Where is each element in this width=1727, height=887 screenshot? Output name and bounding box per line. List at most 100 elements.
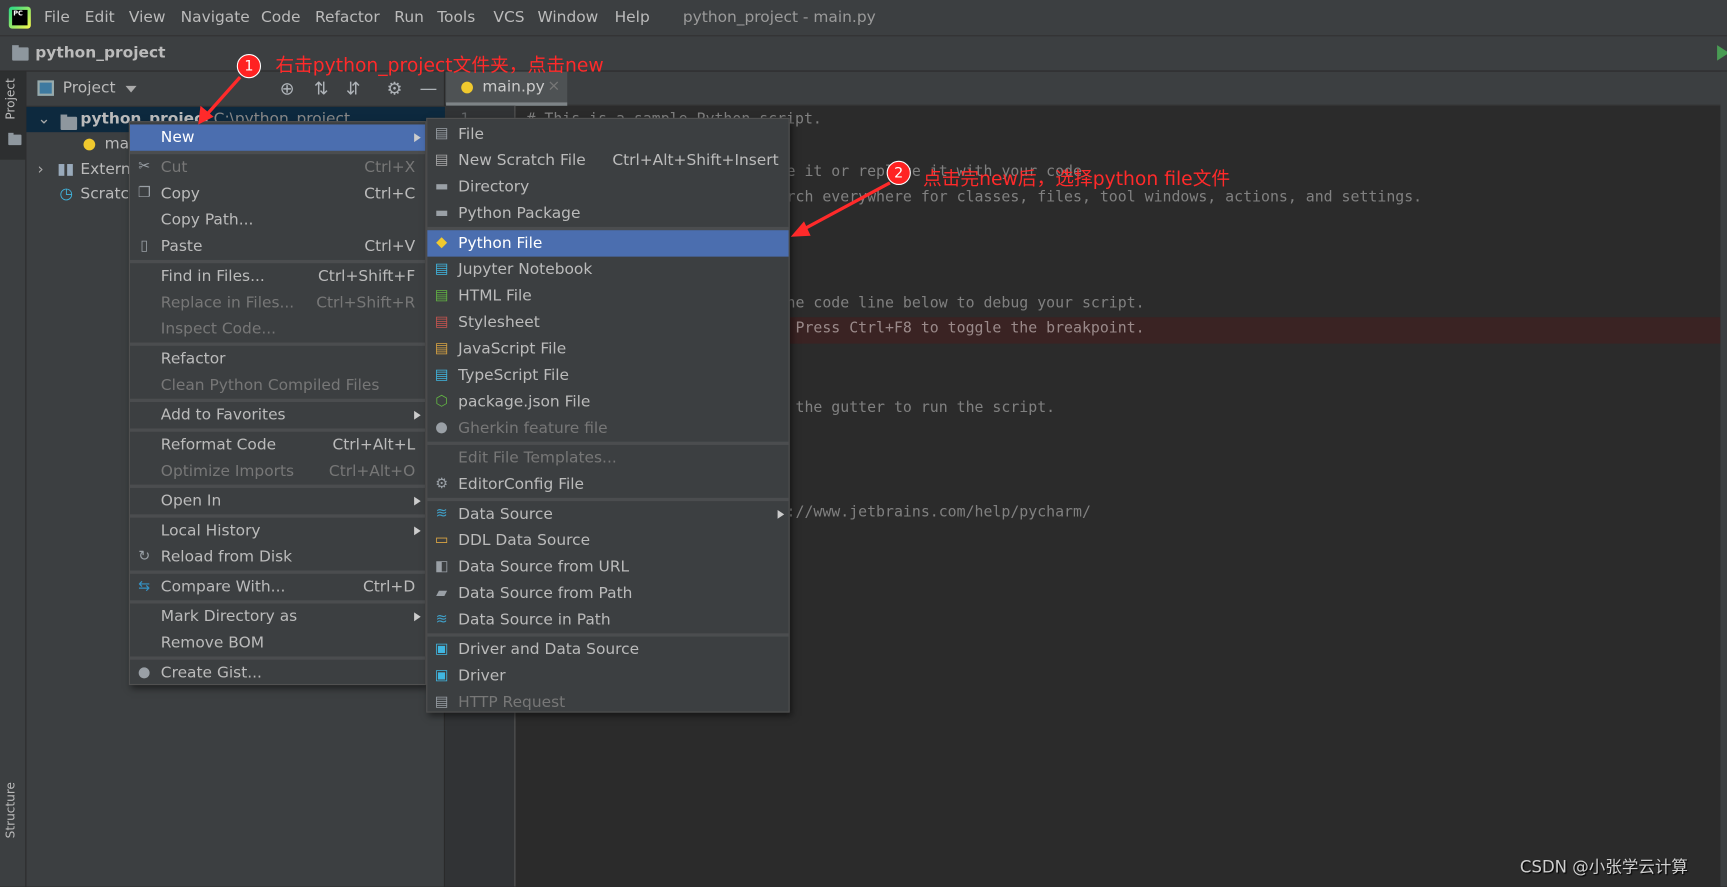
scissors-icon: ✂ (138, 158, 151, 176)
menu-item-typescript-file[interactable]: ▤ TypeScript File (427, 362, 788, 388)
submenu-arrow-icon (414, 526, 421, 536)
menu-tools[interactable]: Tools (437, 9, 475, 27)
pycharm-logo-icon: PC (8, 6, 31, 29)
menu-item-data-source-from-url[interactable]: ◧ Data Source from URL (427, 554, 788, 580)
run-icon[interactable] (1717, 45, 1727, 61)
menu-item-shortcut: Ctrl+X (364, 158, 416, 177)
context-menu: New ✂ Cut Ctrl+X ❐ Copy Ctrl+C Copy Path... ▯ Pas… (128, 121, 427, 686)
menu-item-data-source-in-path[interactable]: ≋ Data Source in Path (427, 607, 788, 633)
menu-item-label: Driver and Data Source (458, 641, 640, 659)
menu-item-clean-python-compiled-files[interactable]: Clean Python Compiled Files (130, 372, 425, 398)
menu-item-python-file[interactable]: ◆ Python File (427, 230, 789, 257)
menu-item-remove-bom[interactable]: Remove BOM (130, 630, 425, 656)
menu-item-label: Optimize Imports (160, 462, 295, 481)
menu-item-directory[interactable]: ▬ Directory (427, 174, 788, 200)
menu-item-file[interactable]: ▤ File (427, 121, 788, 147)
menu-item-find-in-files[interactable]: Find in Files... Ctrl+Shift+F (130, 263, 425, 289)
menu-item-shortcut: Ctrl+D (362, 578, 416, 596)
menu-item-copy-path[interactable]: Copy Path... (130, 207, 425, 233)
menu-code[interactable]: Code (261, 9, 300, 27)
code-line: s://www.jetbrains.com/help/pycharm/ (777, 503, 1091, 521)
menu-vcs[interactable]: VCS (493, 9, 524, 27)
menu-item-stylesheet[interactable]: ▤ Stylesheet (427, 309, 788, 335)
file-icon: ▤ (434, 125, 449, 143)
menu-item-jupyter-notebook[interactable]: ▤ Jupyter Notebook (427, 257, 788, 283)
tab-label: main.py (482, 78, 545, 96)
menu-item-label: Add to Favorites (160, 406, 286, 425)
locate-icon[interactable]: ⊕ (280, 78, 295, 99)
menu-item-label: Create Gist... (160, 664, 262, 682)
menu-item-data-source-from-path[interactable]: ▰ Data Source from Path (427, 580, 788, 606)
menu-file[interactable]: File (44, 9, 70, 27)
menu-item-package-json-file[interactable]: ⬡ package.json File (427, 389, 788, 415)
menu-item-label: Open In (160, 492, 222, 510)
menu-item-javascript-file[interactable]: ▤ JavaScript File (427, 336, 788, 362)
menu-item-refactor[interactable]: Refactor (130, 346, 425, 372)
menu-item-driver-and-data-source[interactable]: ▣ Driver and Data Source (427, 637, 788, 663)
menu-item-label: Cut (160, 158, 188, 177)
menu-item-label: Data Source in Path (458, 611, 611, 629)
menu-item-local-history[interactable]: Local History (130, 518, 425, 544)
folder-icon (60, 114, 78, 130)
menu-item-new-scratch-file[interactable]: ▤ New Scratch File Ctrl+Alt+Shift+Insert (427, 148, 788, 174)
menu-item-create-gist[interactable]: ● Create Gist... (130, 660, 425, 686)
menu-item-editorconfig-file[interactable]: ⚙ EditorConfig File (427, 471, 788, 497)
structure-tool-tab[interactable]: Structure (3, 782, 17, 838)
minimize-icon[interactable]: — (420, 78, 438, 99)
menu-item-mark-directory-as[interactable]: Mark Directory as (130, 604, 425, 630)
menu-item-http-request[interactable]: ▤ HTTP Request (427, 689, 788, 715)
menu-item-edit-file-templates[interactable]: Edit File Templates... (427, 445, 788, 471)
menu-refactor[interactable]: Refactor (315, 9, 380, 27)
collapse-all-icon[interactable]: ⇵ (346, 78, 361, 99)
menu-item-paste[interactable]: ▯ Paste Ctrl+V (130, 233, 425, 259)
database-icon: ≋ (435, 505, 448, 523)
menu-window[interactable]: Window (537, 9, 598, 27)
menu-run[interactable]: Run (394, 9, 424, 27)
chevron-down-icon[interactable]: ⌄ (37, 107, 50, 132)
menu-view[interactable]: View (129, 9, 166, 27)
close-icon[interactable]: × (547, 77, 560, 95)
menu-item-new[interactable]: New (129, 124, 426, 151)
menu-item-copy[interactable]: ❐ Copy Ctrl+C (130, 181, 425, 207)
scrollbar[interactable] (1720, 71, 1727, 887)
project-view-selector[interactable]: Project (63, 79, 116, 97)
menu-item-replace-in-files[interactable]: Replace in Files... Ctrl+Shift+R (130, 290, 425, 316)
menu-item-optimize-imports[interactable]: Optimize Imports Ctrl+Alt+O (130, 458, 425, 484)
js-file-icon: ▤ (434, 340, 449, 357)
menu-item-compare-with[interactable]: ⇆ Compare With... Ctrl+D (130, 574, 425, 600)
menu-item-python-package[interactable]: ▬ Python Package (427, 200, 788, 226)
expand-all-icon[interactable]: ⇅ (314, 78, 329, 99)
copy-icon: ❐ (137, 185, 151, 202)
menu-item-label: Data Source from Path (458, 584, 633, 603)
menu-item-driver[interactable]: ▣ Driver (427, 663, 788, 689)
menu-item-html-file[interactable]: ▤ HTML File (427, 283, 788, 309)
gear-icon[interactable]: ⚙ (387, 78, 403, 99)
menu-item-label: Refactor (160, 350, 226, 368)
menu-edit[interactable]: Edit (85, 9, 115, 27)
menu-item-label: Edit File Templates... (458, 449, 617, 467)
window-title: python_project - main.py (682, 8, 876, 27)
annotation-text-2: 点击完new后，选择python file文件 (922, 168, 1231, 191)
project-tool-tab[interactable]: Project (3, 78, 17, 119)
code-line: # Press Ctrl+F8 to toggle the breakpoint… (777, 319, 1145, 338)
menu-item-reformat-code[interactable]: Reformat Code Ctrl+Alt+L (130, 432, 425, 458)
menu-navigate[interactable]: Navigate (181, 9, 250, 27)
chevron-down-icon[interactable] (125, 85, 137, 93)
menu-help[interactable]: Help (615, 9, 650, 27)
ddl-icon: ▭ (434, 531, 449, 549)
menu-item-reload-from-disk[interactable]: ↻ Reload from Disk (130, 544, 425, 570)
breadcrumb-project[interactable]: python_project (35, 44, 165, 62)
menu-item-gherkin-feature-file[interactable]: ● Gherkin feature file (427, 415, 788, 441)
menu-item-ddl-data-source[interactable]: ▭ DDL Data Source (427, 528, 788, 554)
scratch-file-icon: ▤ (434, 151, 449, 169)
html-file-icon: ▤ (434, 287, 449, 304)
menu-item-add-to-favorites[interactable]: Add to Favorites (130, 402, 425, 428)
chevron-right-icon[interactable]: › (37, 158, 43, 183)
menu-item-label: Python File (458, 234, 543, 253)
folder-icon (8, 132, 22, 146)
menu-item-cut[interactable]: ✂ Cut Ctrl+X (130, 154, 425, 180)
menu-item-inspect-code[interactable]: Inspect Code... (130, 316, 425, 342)
menu-item-data-source[interactable]: ≋ Data Source (427, 501, 788, 527)
menu-item-open-in[interactable]: Open In (130, 488, 425, 514)
new-submenu: ▤ File ▤ New Scratch File Ctrl+Alt+Shift+Ins… (426, 117, 790, 715)
